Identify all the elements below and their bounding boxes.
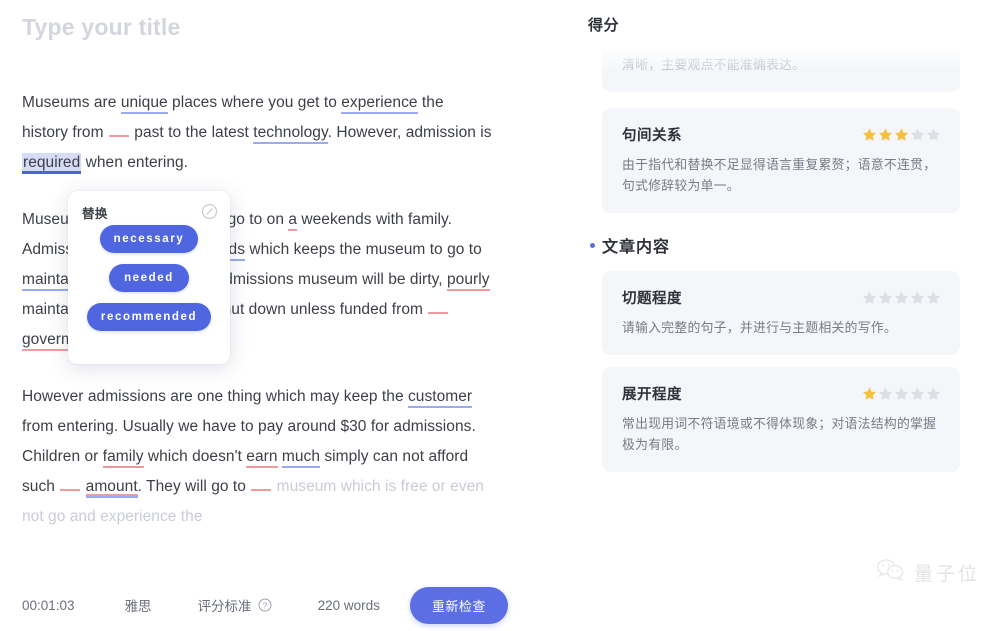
- marked-word[interactable]: a: [288, 211, 298, 231]
- score-card-description: 常出现用词不符语境或不得体现象；对语法结构的掌握极为有限。: [622, 416, 937, 452]
- missing-word-gap[interactable]: [428, 312, 449, 314]
- marked-word[interactable]: amount: [85, 478, 138, 498]
- marked-word[interactable]: family: [102, 448, 144, 468]
- marked-word[interactable]: technology: [253, 124, 328, 144]
- score-card: 句间关系由于指代和替换不足显得语言重复累赘；语意不连贯，句式修辞较为单一。: [602, 108, 960, 213]
- marked-word[interactable]: unique: [120, 94, 168, 114]
- score-card-title: 切题程度: [622, 291, 682, 307]
- watermark: 量子位: [876, 558, 980, 587]
- replace-suggestion-popup[interactable]: 替换 necessary needed recommended: [68, 191, 230, 364]
- popup-header: 替换: [82, 203, 218, 221]
- star-rating: [863, 128, 940, 141]
- suggestion-option-3[interactable]: recommended: [87, 303, 211, 331]
- score-panel: 得分 清晰，主要观点不能准确表达。 句间关系由于指代和替换不足显得语言重复累赘；…: [560, 0, 1000, 631]
- score-card-title: 句间关系: [622, 128, 682, 144]
- wechat-icon: [876, 558, 906, 587]
- exam-type-label[interactable]: 雅思: [125, 595, 152, 615]
- popup-options: necessary needed recommended: [68, 225, 230, 342]
- marked-word[interactable]: experience: [341, 94, 418, 114]
- recheck-button[interactable]: 重新检查: [409, 586, 508, 624]
- word-count: 220 words: [317, 597, 380, 613]
- marked-word[interactable]: earn: [246, 448, 278, 468]
- score-cards-container: 清晰，主要观点不能准确表达。 句间关系由于指代和替换不足显得语言重复累赘；语意不…: [560, 46, 1000, 484]
- star-rating: [863, 387, 940, 400]
- score-card: 切题程度请输入完整的句子，并进行与主题相关的写作。: [602, 271, 960, 355]
- watermark-text: 量子位: [913, 564, 980, 585]
- grading-criteria-item[interactable]: 评分标准 ?: [198, 595, 272, 615]
- session-timer: 00:01:03: [22, 597, 75, 613]
- section-label: 文章内容: [602, 239, 671, 256]
- score-card-description: 由于指代和替换不足显得语言重复累赘；语意不连贯，句式修辞较为单一。: [622, 157, 937, 193]
- essay-grader-app: Type your title Museums are unique place…: [0, 0, 1000, 631]
- editor-pane: Type your title Museums are unique place…: [0, 0, 560, 631]
- editor-bottom-bar: 00:01:03 雅思 评分标准 ? 220 words 重新检查: [0, 579, 560, 631]
- score-card: 展开程度常出现用词不符语境或不得体现象；对语法结构的掌握极为有限。: [602, 367, 960, 472]
- top-score-cards: 句间关系由于指代和替换不足显得语言重复累赘；语意不连贯，句式修辞较为单一。: [560, 108, 1000, 213]
- document-title-placeholder[interactable]: Type your title: [22, 14, 181, 41]
- missing-word-gap[interactable]: [60, 489, 81, 491]
- missing-word-gap[interactable]: [108, 135, 129, 137]
- star-rating: [863, 291, 940, 304]
- score-card-header: 展开程度: [622, 383, 940, 404]
- marked-word[interactable]: customer: [408, 388, 473, 408]
- score-card-title: 展开程度: [622, 387, 682, 403]
- missing-word-gap[interactable]: [251, 489, 272, 491]
- score-card-header: 切题程度: [622, 287, 940, 308]
- score-panel-title: 得分: [588, 17, 620, 34]
- marked-word[interactable]: much: [281, 448, 320, 468]
- marked-word[interactable]: pourly: [447, 271, 490, 291]
- score-card-header: 句间关系: [622, 124, 940, 145]
- block-circle-icon[interactable]: [201, 203, 218, 220]
- question-circle-icon[interactable]: ?: [258, 598, 272, 612]
- highlighted-word[interactable]: required: [22, 153, 82, 174]
- clipped-score-card: 清晰，主要观点不能准确表达。: [602, 46, 960, 92]
- grading-criteria-label: 评分标准: [197, 599, 252, 614]
- score-card-description: 请输入完整的句子，并进行与主题相关的写作。: [622, 320, 898, 335]
- suggestion-option-2[interactable]: needed: [109, 264, 189, 292]
- essay-paragraph-3[interactable]: However admissions are one thing which m…: [22, 382, 492, 532]
- clipped-card-text: 清晰，主要观点不能准确表达。: [622, 57, 806, 72]
- popup-title: 替换: [82, 207, 108, 221]
- svg-text:?: ?: [262, 601, 267, 610]
- essay-paragraph-1[interactable]: Museums are unique places where you get …: [22, 88, 492, 178]
- suggestion-option-1[interactable]: necessary: [100, 225, 198, 253]
- essay-bottom-fade: [0, 533, 560, 579]
- section-header-article-content: 文章内容: [590, 233, 1000, 257]
- bullet-dot-icon: [590, 242, 595, 248]
- section-score-cards: 切题程度请输入完整的句子，并进行与主题相关的写作。 展开程度常出现用词不符语境或不…: [560, 271, 1000, 472]
